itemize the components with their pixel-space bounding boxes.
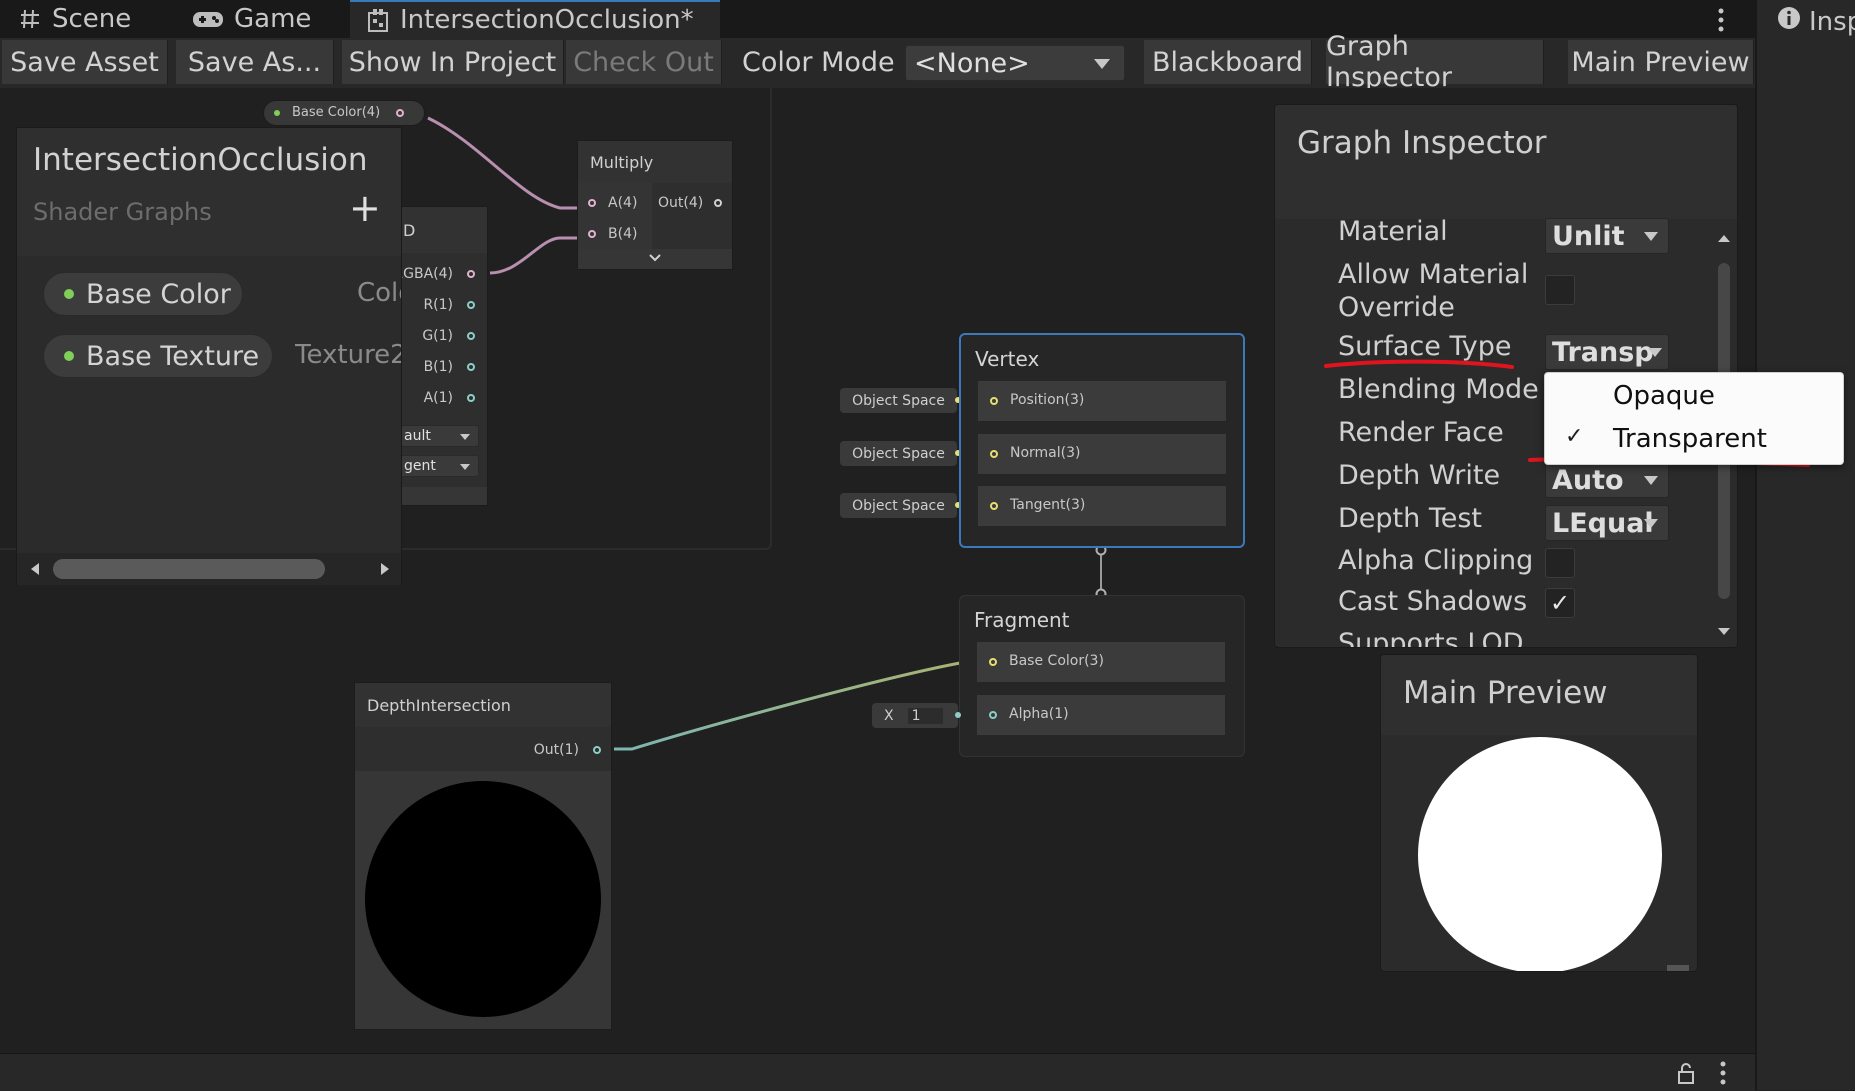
main-preview-panel[interactable]: Main Preview [1380, 654, 1698, 972]
popup-option-opaque[interactable]: Opaque [1613, 381, 1715, 411]
preview-sphere[interactable] [1418, 737, 1662, 971]
surface-type-popup-menu: Opaque ✓ Transparent [1544, 372, 1844, 465]
resize-handle[interactable] [1667, 965, 1689, 971]
lock-icon[interactable] [1676, 1062, 1696, 1084]
surface-type-underline [1324, 359, 1514, 369]
main-preview-title: Main Preview [1403, 675, 1608, 711]
check-icon: ✓ [1565, 424, 1584, 449]
kebab-menu-icon[interactable] [1718, 1060, 1728, 1086]
popup-option-transparent[interactable]: Transparent [1613, 424, 1767, 454]
status-bar [0, 1053, 1755, 1091]
